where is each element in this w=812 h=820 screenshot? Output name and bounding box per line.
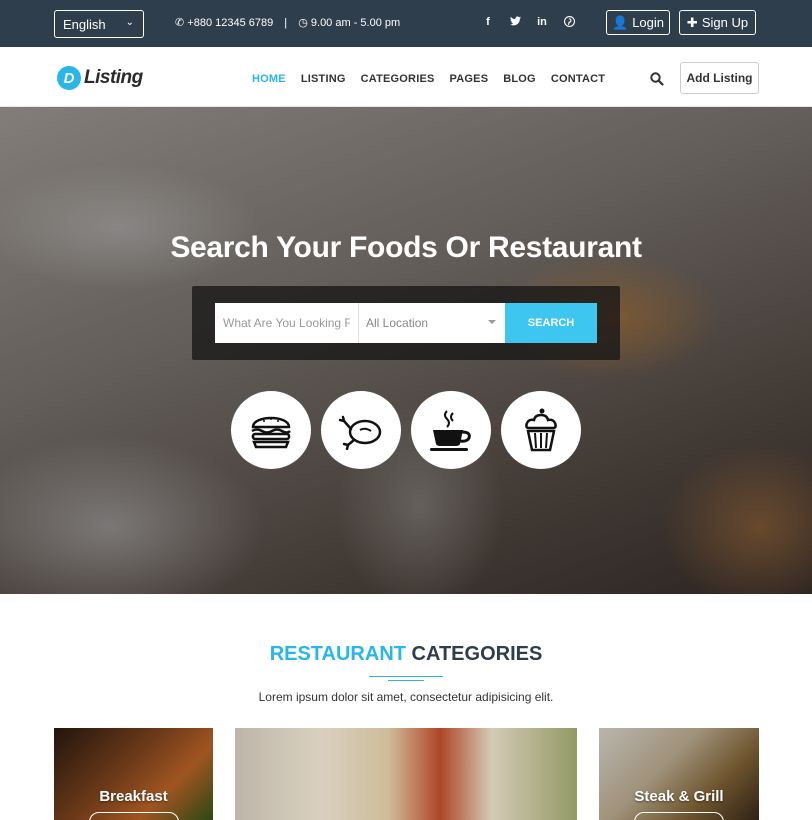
signup-label: Sign Up	[701, 15, 749, 30]
title-underline-short	[388, 680, 424, 681]
login-label: Login	[632, 15, 664, 30]
facebook-icon[interactable]: f	[482, 16, 494, 30]
dessert-category[interactable]	[501, 391, 581, 469]
main-nav: D Listing HOME LISTING CATEGORIES PAGES …	[0, 47, 812, 107]
food-category-icons	[231, 391, 581, 469]
phone-icon: ✆	[175, 17, 185, 29]
social-links: f in	[482, 16, 575, 30]
logo-mark: D	[57, 66, 81, 90]
categories-title-highlight: RESTAURANT	[269, 643, 406, 665]
contact-separator: |	[284, 17, 288, 29]
clock-icon: ◷	[298, 17, 308, 29]
category-card-steak-grill[interactable]: Steak & Grill	[599, 728, 759, 820]
search-icon[interactable]	[650, 72, 664, 86]
categories-subtitle: Lorem ipsum dolor sit amet, consectetur …	[258, 690, 554, 704]
title-underline	[369, 676, 443, 677]
burger-category[interactable]	[231, 391, 311, 469]
logo-text: Listing	[84, 67, 143, 88]
linkedin-icon[interactable]: in	[536, 16, 548, 30]
language-select[interactable]: English ⌄	[54, 10, 144, 38]
nav-item-pages[interactable]: PAGES	[450, 73, 489, 85]
contact-info: ✆ +880 12345 6789 | ◷ 9.00 am - 5.00 pm	[175, 16, 400, 29]
phone-number: +880 12345 6789	[187, 17, 274, 29]
chevron-down-icon: ⌄	[125, 17, 134, 28]
burger-icon	[251, 416, 291, 449]
card-button[interactable]	[634, 812, 724, 820]
plus-icon: ✚	[686, 14, 698, 30]
coffee-cup-icon	[430, 410, 471, 451]
add-listing-button[interactable]: Add Listing	[680, 62, 759, 94]
categories-title-rest: CATEGORIES	[411, 643, 543, 665]
language-value: English	[63, 17, 106, 32]
twitter-icon[interactable]	[509, 16, 521, 30]
nav-menu: HOME LISTING CATEGORIES PAGES BLOG CONTA…	[252, 73, 605, 85]
card-shade	[54, 728, 213, 820]
login-button[interactable]: 👤 Login	[606, 10, 670, 35]
card-shade	[599, 728, 759, 820]
nav-item-categories[interactable]: CATEGORIES	[361, 73, 435, 85]
cupcake-icon	[525, 408, 557, 452]
coffee-category[interactable]	[411, 391, 491, 469]
top-bar: English ⌄ ✆ +880 12345 6789 | ◷ 9.00 am …	[0, 0, 812, 47]
search-input[interactable]	[215, 303, 359, 343]
category-card-breakfast[interactable]: Breakfast	[54, 728, 213, 820]
chicken-category[interactable]	[321, 391, 401, 469]
search-button[interactable]: SEARCH	[505, 303, 597, 343]
location-value: All Location	[366, 316, 429, 330]
signup-button[interactable]: ✚ Sign Up	[679, 10, 756, 35]
chicken-icon	[338, 415, 382, 450]
nav-item-contact[interactable]: CONTACT	[551, 73, 605, 85]
nav-item-blog[interactable]: BLOG	[503, 73, 536, 85]
hero-section: Search Your Foods Or Restaurant All Loca…	[0, 107, 812, 594]
search-box: All Location SEARCH	[192, 286, 620, 360]
hero-title: Search Your Foods Or Restaurant	[170, 231, 642, 264]
nav-item-listing[interactable]: LISTING	[301, 73, 346, 85]
card-shade	[235, 728, 577, 820]
user-icon: 👤	[612, 14, 629, 30]
opening-hours: 9.00 am - 5.00 pm	[310, 17, 401, 29]
site-logo[interactable]: D Listing	[57, 66, 143, 90]
categories-title: RESTAURANT CATEGORIES	[0, 643, 812, 666]
card-button[interactable]	[88, 812, 179, 820]
category-card-featured[interactable]	[235, 728, 577, 820]
pinterest-icon[interactable]	[563, 16, 575, 30]
card-label: Steak & Grill	[634, 788, 724, 805]
caret-down-icon	[488, 320, 496, 324]
card-label: Breakfast	[99, 788, 168, 805]
location-select[interactable]: All Location	[359, 303, 505, 343]
nav-item-home[interactable]: HOME	[252, 73, 286, 85]
